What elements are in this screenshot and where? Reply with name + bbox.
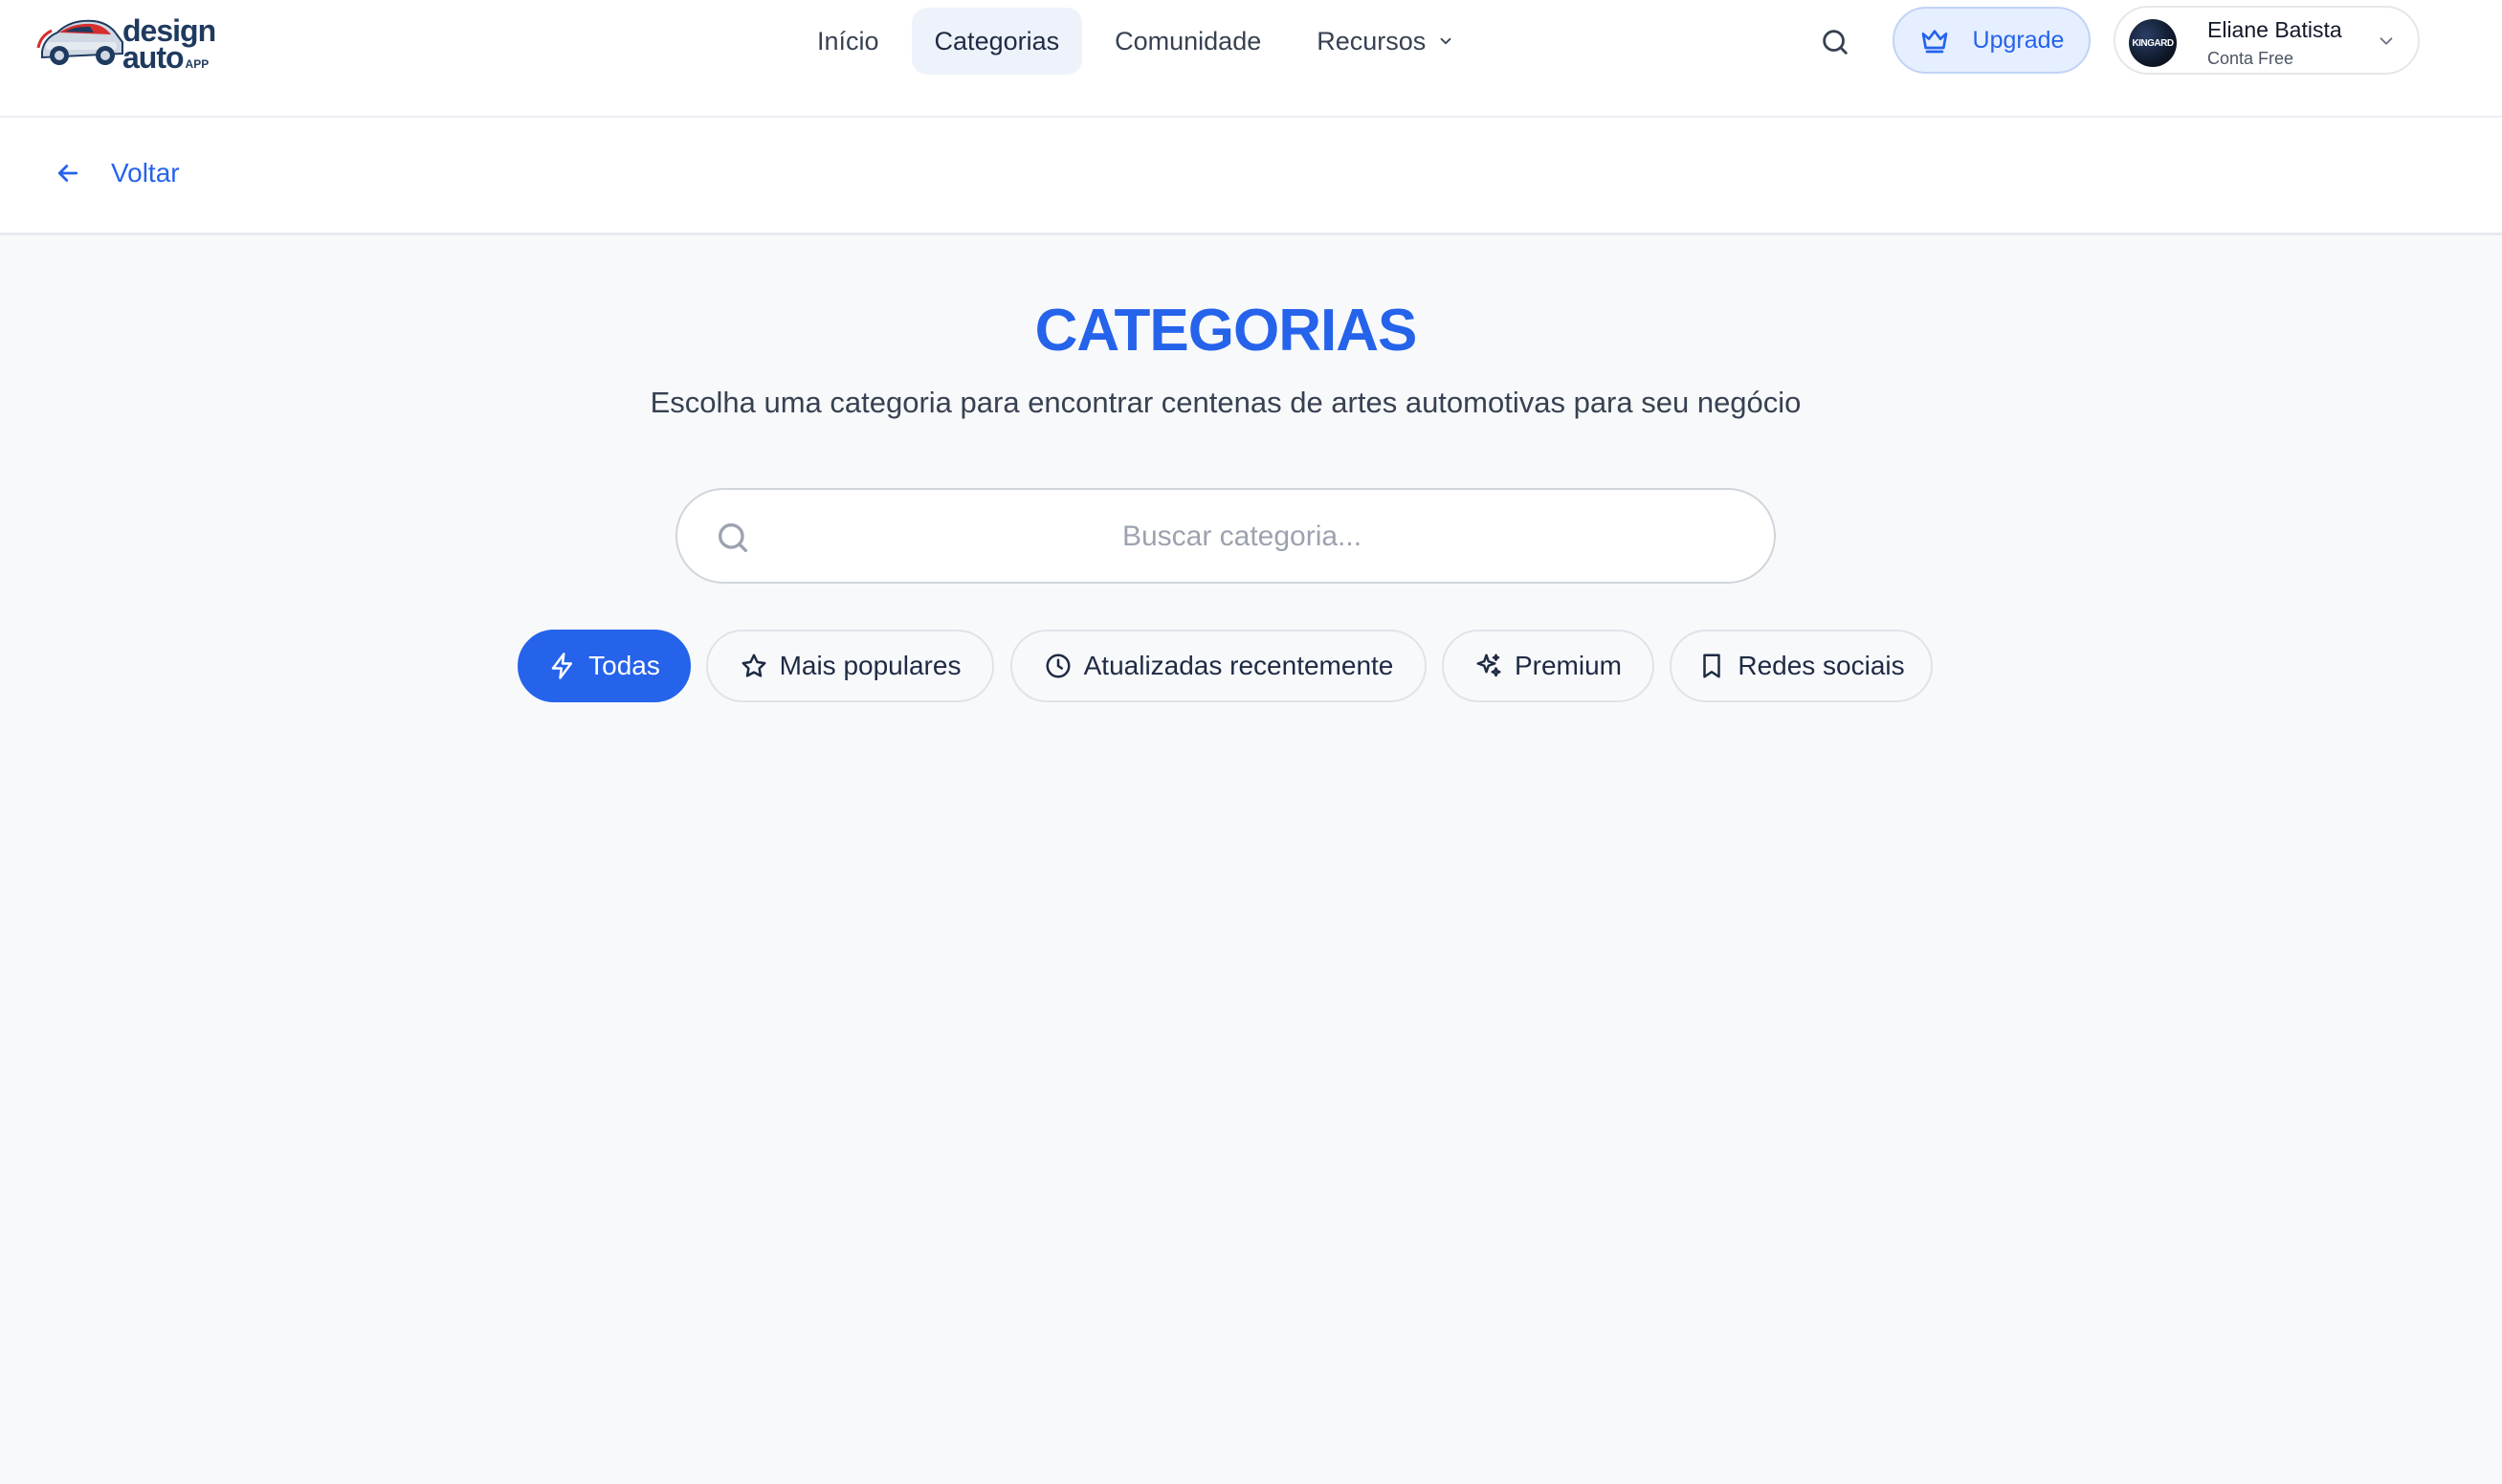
nav-item-recursos[interactable]: Recursos — [1294, 8, 1477, 75]
back-button[interactable]: Voltar — [54, 158, 180, 188]
brand-wordmark: design auto APP — [122, 15, 216, 78]
filter-label: Mais populares — [779, 651, 962, 680]
filter-redes-sociais[interactable]: Redes sociais — [1670, 630, 1933, 702]
filter-todas[interactable]: Todas — [518, 630, 691, 702]
search-icon[interactable] — [1814, 21, 1856, 63]
nav-item-label: Comunidade — [1115, 26, 1262, 55]
crown-icon — [1919, 25, 1950, 55]
filter-label: Premium — [1514, 651, 1622, 680]
sparkles-icon — [1474, 652, 1503, 680]
nav-item-label: Recursos — [1317, 26, 1427, 55]
search-icon — [714, 519, 752, 557]
filter-premium[interactable]: Premium — [1442, 630, 1654, 702]
clock-icon — [1044, 652, 1073, 680]
filter-label: Atualizadas recentemente — [1083, 651, 1394, 680]
user-menu[interactable]: KINGARD Eliane Batista Conta Free — [2114, 6, 2420, 75]
page-subtitle: Escolha uma categoria para encontrar cen… — [650, 386, 1802, 419]
brand-line2: auto — [122, 40, 185, 75]
brand-suffix: APP — [185, 57, 210, 71]
page-title: CATEGORIAS — [1034, 298, 1418, 364]
filter-label: Todas — [588, 651, 660, 680]
nav-item-label: Categorias — [934, 26, 1060, 55]
car-logo-icon — [36, 19, 123, 65]
back-label: Voltar — [111, 158, 180, 188]
bookmark-icon — [1697, 652, 1726, 680]
user-name: Eliane Batista — [2207, 17, 2342, 42]
brand-logo[interactable]: design auto APP — [36, 8, 218, 73]
upgrade-button[interactable]: Upgrade — [1893, 7, 2091, 74]
category-search — [675, 488, 1776, 584]
nav-item-comunidade[interactable]: Comunidade — [1092, 8, 1284, 75]
chevron-down-icon — [2376, 31, 2397, 52]
lightning-icon — [548, 652, 577, 680]
user-plan: Conta Free — [2207, 49, 2294, 68]
search-input[interactable] — [773, 499, 1711, 574]
arrow-left-icon — [54, 159, 82, 188]
subheader: Voltar — [0, 118, 2502, 235]
avatar: KINGARD — [2129, 19, 2177, 67]
filter-atualizadas-recentemente[interactable]: Atualizadas recentemente — [1010, 630, 1427, 702]
main-nav: Início Categorias Comunidade Recursos — [794, 8, 1477, 75]
star-icon — [740, 652, 768, 680]
upgrade-label: Upgrade — [1972, 26, 2065, 54]
top-navbar: design auto APP Início Categorias Comunid… — [0, 0, 2502, 118]
chevron-down-icon — [1437, 33, 1454, 50]
nav-item-label: Início — [817, 26, 879, 55]
filter-mais-populares[interactable]: Mais populares — [706, 630, 994, 702]
filter-label: Redes sociais — [1738, 651, 1905, 680]
nav-item-inicio[interactable]: Início — [794, 8, 902, 75]
nav-item-categorias[interactable]: Categorias — [911, 8, 1083, 75]
